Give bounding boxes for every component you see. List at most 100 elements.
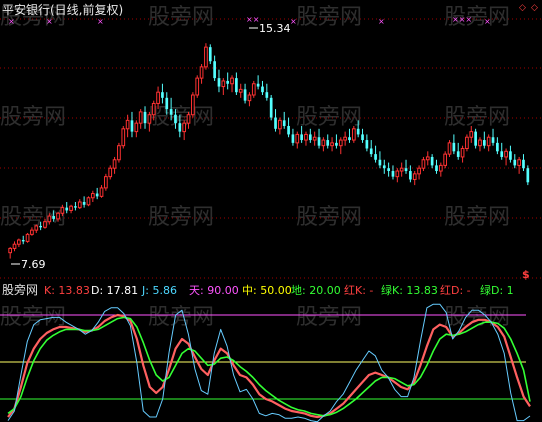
candle-body: [77, 201, 82, 209]
candle: [317, 128, 321, 149]
candle: [430, 154, 434, 169]
candle: [295, 131, 300, 149]
candle: [338, 137, 343, 155]
candle: [287, 117, 290, 138]
candle: [269, 95, 273, 121]
candle: [404, 159, 408, 174]
candle: [348, 128, 351, 143]
signal-marker: ×: [97, 17, 104, 26]
signal-marker: ×: [378, 17, 385, 26]
candle-body: [243, 89, 247, 101]
candle-body: [69, 205, 73, 211]
candle: [504, 148, 508, 166]
candle: [456, 142, 460, 160]
candle: [265, 83, 269, 101]
candle-body: [17, 239, 21, 245]
candle: [104, 173, 108, 191]
candle-body: [513, 159, 517, 166]
candle: [452, 134, 456, 155]
candle: [25, 232, 30, 243]
main-grid: [0, 18, 542, 279]
candle-body: [130, 120, 134, 132]
candle-body: [238, 88, 243, 93]
candle: [326, 134, 330, 149]
diamond-marker-icon: ◇: [531, 3, 538, 13]
candle-body: [95, 193, 99, 197]
candle-body: [300, 134, 303, 141]
candle-body: [369, 148, 373, 155]
candle-body: [43, 221, 47, 228]
candle-body: [117, 145, 121, 161]
candle-body: [125, 119, 130, 130]
candle-body: [338, 139, 343, 147]
signal-marker: ×: [290, 17, 297, 26]
candle-body: [447, 142, 452, 155]
kdj-stat-sky: 天: 90.00: [189, 284, 239, 297]
candle: [387, 162, 390, 177]
candle: [204, 43, 208, 70]
candle-body: [65, 207, 69, 211]
candle: [251, 80, 256, 98]
candle-body: [247, 94, 252, 102]
candle: [378, 151, 382, 169]
candle-body: [417, 167, 421, 175]
candle: [90, 190, 95, 202]
kdj-brand: 股旁网: [2, 282, 38, 297]
candle: [117, 142, 121, 163]
candle: [247, 92, 252, 107]
candle: [261, 80, 264, 96]
candle: [474, 128, 477, 149]
candle-body: [317, 137, 321, 146]
candle-body: [99, 187, 104, 197]
candle-body: [295, 133, 300, 144]
candle-body: [256, 83, 260, 87]
candle-body: [208, 47, 212, 62]
candle: [34, 224, 39, 233]
candle: [112, 156, 117, 174]
candle-body: [178, 123, 182, 132]
candle-body: [517, 159, 521, 166]
candle-body: [204, 46, 208, 68]
candle: [69, 204, 73, 214]
candle-body: [378, 159, 382, 166]
candle: [130, 111, 134, 138]
candle: [99, 185, 104, 198]
candle: [395, 168, 400, 183]
candle-body: [287, 125, 290, 135]
candle: [138, 109, 143, 129]
candle-body: [274, 117, 277, 129]
candle-body: [491, 137, 495, 143]
candle: [335, 134, 338, 149]
candle: [382, 159, 386, 174]
watermark: 股旁网: [296, 205, 362, 230]
candle-body: [199, 66, 204, 79]
candle-body: [278, 119, 282, 130]
candle: [217, 69, 221, 93]
candle-body: [226, 80, 230, 84]
candle: [443, 151, 448, 169]
candle: [182, 120, 187, 141]
candle: [438, 162, 443, 177]
candle: [365, 134, 369, 152]
candle: [526, 165, 530, 186]
candle: [330, 137, 334, 152]
candle-body: [482, 140, 486, 146]
chart-title: 平安银行(日线,前复权): [2, 2, 123, 17]
diamond-marker-icon: ◇: [519, 3, 526, 13]
candle-body: [504, 150, 508, 158]
chart-window: 股旁网 股旁网 股旁网 股旁网 股旁网 股旁网 股旁网 股旁网 股旁网 股旁网 …: [0, 0, 542, 422]
candle: [517, 156, 521, 174]
candle-body: [230, 77, 234, 85]
candle-body: [356, 128, 360, 135]
candle-body: [382, 165, 386, 169]
candle-body: [34, 225, 39, 231]
watermark: 股旁网: [296, 105, 362, 130]
candle: [243, 83, 247, 104]
candle: [143, 106, 147, 129]
candle: [199, 64, 204, 84]
candle: [412, 171, 417, 186]
candle: [274, 109, 277, 132]
candle-body: [261, 86, 264, 93]
candle: [465, 134, 469, 152]
candle-body: [174, 114, 177, 124]
